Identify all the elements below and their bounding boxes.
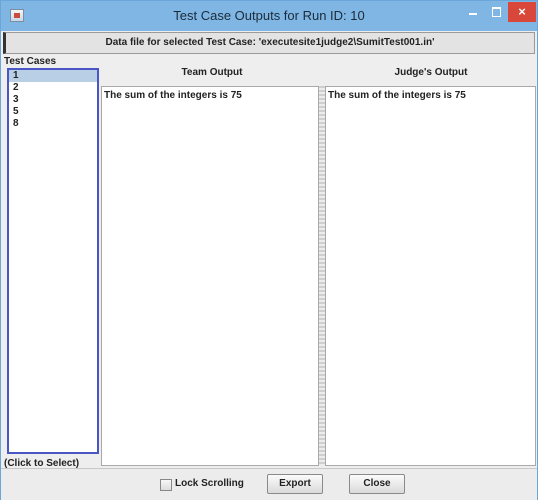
test-case-item[interactable]: 3	[9, 94, 97, 106]
maximize-button[interactable]	[485, 2, 507, 22]
test-case-item[interactable]: 1	[9, 70, 97, 82]
test-case-item[interactable]: 2	[9, 82, 97, 94]
bottom-button-bar: Lock Scrolling Export Close	[1, 468, 537, 500]
judge-output-pane[interactable]: The sum of the integers is 75	[325, 86, 536, 466]
lock-scrolling-label[interactable]: Lock Scrolling	[175, 478, 265, 489]
close-button[interactable]: Close	[349, 474, 405, 494]
test-case-item[interactable]: 5	[9, 106, 97, 118]
judge-output-header: Judge's Output	[394, 67, 468, 78]
close-window-button[interactable]: ×	[508, 2, 536, 22]
test-cases-label: Test Cases	[4, 56, 57, 67]
export-button[interactable]: Export	[267, 474, 323, 494]
data-file-label: Data file for selected Test Case: 'execu…	[105, 37, 435, 48]
team-output-text: The sum of the integers is 75	[104, 90, 242, 101]
minimize-button[interactable]	[462, 2, 484, 22]
test-case-item[interactable]: 8	[9, 118, 97, 130]
judge-output-text: The sum of the integers is 75	[328, 90, 466, 101]
window-title: Test Case Outputs for Run ID: 10	[173, 8, 365, 23]
close-icon: ×	[518, 4, 526, 19]
team-output-pane[interactable]: The sum of the integers is 75	[101, 86, 319, 466]
test-cases-list[interactable]: 1 2 3 5 8	[7, 68, 99, 454]
title-bar[interactable]: Test Case Outputs for Run ID: 10 ×	[1, 1, 537, 31]
lock-scrolling-checkbox[interactable]	[160, 479, 172, 491]
team-output-header: Team Output	[181, 67, 243, 78]
data-file-info-bar: Data file for selected Test Case: 'execu…	[3, 32, 535, 54]
test-case-outputs-window: Test Case Outputs for Run ID: 10 × Data …	[0, 0, 538, 500]
